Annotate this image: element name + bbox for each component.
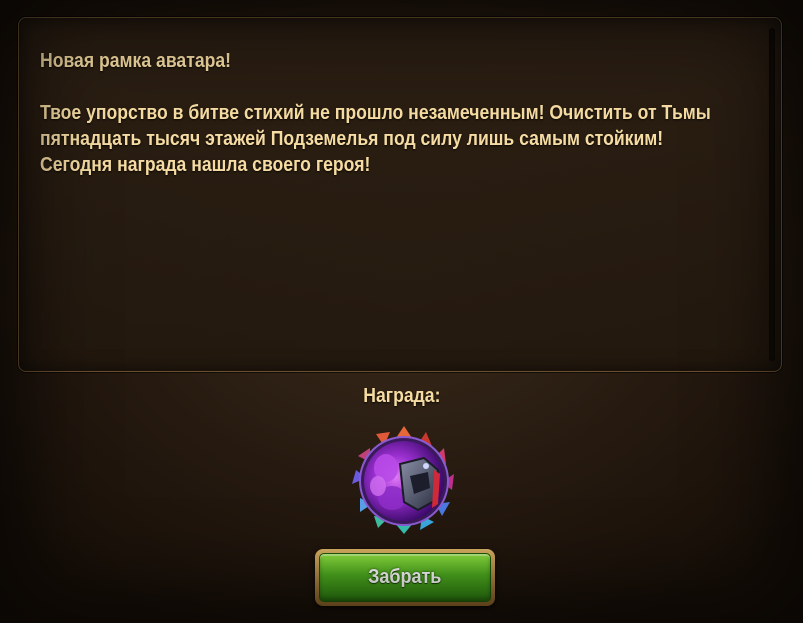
claim-button-label: Забрать [368,566,442,588]
message-title: Новая рамка аватара! [40,50,232,72]
message-panel: Новая рамка аватара! Твое упорство в бит… [18,17,782,372]
message-body: Твое упорство в битве стихий не прошло н… [40,102,711,176]
reward-heading: Награда: [0,385,803,408]
scrollbar[interactable] [769,28,775,361]
reward-avatar-frame[interactable] [348,424,460,536]
claim-button-face[interactable]: Забрать [319,553,491,602]
avatar-frame-icon [352,426,454,534]
message-text: Новая рамка аватара! Твое упорство в бит… [40,48,711,178]
reward-label: Награда: [362,385,441,407]
claim-button[interactable]: Забрать [315,549,495,606]
